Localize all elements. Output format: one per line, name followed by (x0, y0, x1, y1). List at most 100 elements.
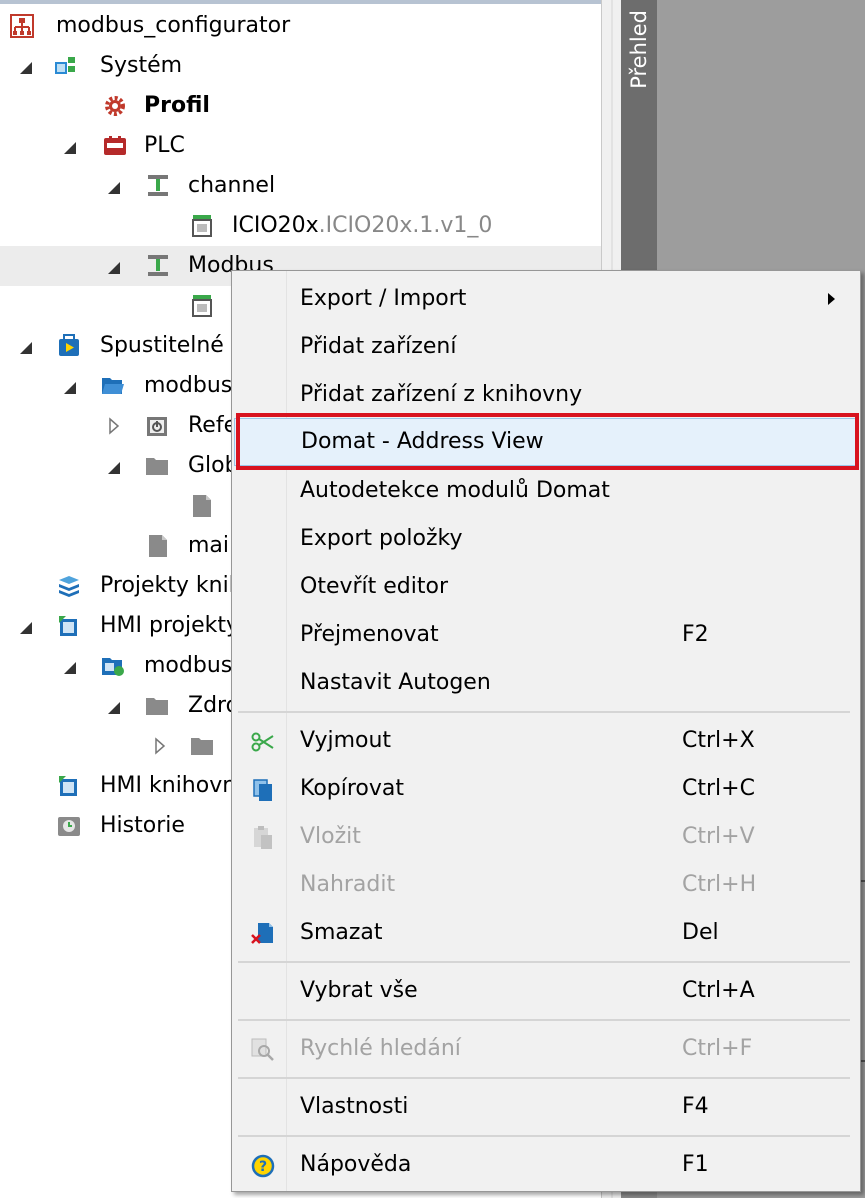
menu-item-shortcut: Ctrl+V (682, 824, 755, 849)
expanded-triangle-icon[interactable] (60, 126, 80, 166)
menu-separator (238, 1135, 850, 1137)
tree-item-label: PLC (144, 133, 185, 158)
expanded-triangle-icon[interactable] (16, 46, 36, 86)
menu-item-replace[interactable]: Nahradit Ctrl+H (234, 861, 856, 909)
hmi-folder-icon (102, 658, 124, 676)
menu-item-rename[interactable]: Přejmenovat F2 (234, 611, 856, 659)
tree-item-label: channel (188, 173, 276, 198)
menu-item-label: Vlastnosti (300, 1094, 409, 1119)
menu-item-copy[interactable]: Kopírovat Ctrl+C (234, 765, 856, 813)
expanded-triangle-icon[interactable] (60, 646, 80, 686)
tree-root[interactable]: modbus_configurator (0, 6, 601, 46)
tree-item-label: Projekty knih (100, 573, 243, 598)
hmi-icon (59, 616, 77, 636)
menu-item-shortcut: Ctrl+H (682, 872, 757, 897)
menu-separator (238, 711, 850, 713)
paste-icon (254, 826, 272, 849)
menu-item-add-device-from-library[interactable]: Přidat zařízení z knihovny (234, 371, 856, 419)
menu-item-label: Nahradit (300, 872, 396, 897)
menu-separator (238, 961, 850, 963)
tree-item-plc[interactable]: PLC (0, 126, 601, 166)
collapsed-triangle-icon[interactable] (150, 726, 170, 766)
overview-tab[interactable]: Přehled (621, 0, 657, 300)
tree-item-label: ICIO20x.ICIO20x.1.v1_0 (232, 213, 493, 238)
tree-item-label: modbus (144, 373, 233, 398)
menu-item-shortcut: Ctrl+A (682, 978, 755, 1003)
tree-item-label: HMI projekty (100, 613, 240, 638)
highlight-annotation-box (236, 413, 859, 470)
expanded-triangle-icon[interactable] (104, 246, 124, 286)
help-icon: ? (251, 1154, 275, 1178)
svg-text:?: ? (259, 1159, 267, 1175)
expanded-triangle-icon[interactable] (16, 606, 36, 646)
menu-item-shortcut: Ctrl+F (682, 1036, 753, 1061)
folder-open-icon (102, 378, 124, 394)
menu-item-autodetect-domat-modules[interactable]: Autodetekce modulů Domat (234, 467, 856, 515)
module-icon (192, 215, 212, 237)
tree-item-label: Spustitelné p (100, 333, 245, 358)
expanded-triangle-icon[interactable] (104, 686, 124, 726)
expanded-triangle-icon[interactable] (16, 326, 36, 366)
folder-icon (191, 738, 213, 755)
menu-item-label: Export / Import (300, 286, 467, 311)
menu-item-cut[interactable]: Vyjmout Ctrl+X (234, 717, 856, 765)
menu-item-shortcut: F4 (682, 1094, 709, 1119)
menu-item-label: Přidat zařízení (300, 334, 457, 359)
project-icon (10, 14, 34, 38)
tree-item-system[interactable]: Systém (0, 46, 601, 86)
menu-item-label: Vybrat vše (300, 978, 418, 1003)
menu-item-set-autogen[interactable]: Nastavit Autogen (234, 659, 856, 707)
menu-item-select-all[interactable]: Vybrat vše Ctrl+A (234, 967, 856, 1015)
context-menu: Export / Import Přidat zařízení Přidat z… (231, 270, 861, 1192)
gear-icon (105, 96, 125, 116)
tree-item-label: modbus (144, 653, 233, 678)
submenu-arrow-icon (828, 293, 835, 305)
menu-item-label: Export položky (300, 526, 463, 551)
menu-item-label: Přidat zařízení z knihovny (300, 382, 583, 407)
menu-item-export-import[interactable]: Export / Import (234, 275, 856, 323)
menu-item-label: Smazat (300, 920, 383, 945)
scissors-icon (251, 732, 274, 752)
menu-item-open-editor[interactable]: Otevřít editor (234, 563, 856, 611)
library-icon (59, 576, 79, 597)
tree-item-label: Refe (188, 413, 238, 438)
menu-item-label: Nastavit Autogen (300, 670, 491, 695)
menu-item-shortcut: Ctrl+C (682, 776, 755, 801)
tree-item-icio20x[interactable]: ICIO20x.ICIO20x.1.v1_0 (0, 206, 601, 246)
menu-item-label: Autodetekce modulů Domat (300, 478, 610, 503)
tree-item-channel[interactable]: channel (0, 166, 601, 206)
menu-item-label: Vyjmout (300, 728, 392, 753)
menu-item-label: Vložit (300, 824, 361, 849)
menu-separator (238, 1077, 850, 1079)
menu-item-shortcut: F1 (682, 1152, 709, 1177)
menu-item-properties[interactable]: Vlastnosti F4 (234, 1083, 856, 1131)
menu-item-label: Rychlé hledání (300, 1036, 461, 1061)
menu-item-shortcut: Del (682, 920, 719, 945)
module-icon (192, 295, 212, 317)
expanded-triangle-icon[interactable] (104, 446, 124, 486)
expanded-triangle-icon[interactable] (104, 166, 124, 206)
hmi-icon (59, 776, 77, 796)
menu-item-shortcut: Ctrl+X (682, 728, 755, 753)
menu-separator (238, 1019, 850, 1021)
menu-item-help[interactable]: ? Nápověda F1 (234, 1141, 856, 1189)
history-icon (58, 817, 80, 836)
menu-item-paste[interactable]: Vložit Ctrl+V (234, 813, 856, 861)
executable-icon (59, 334, 79, 356)
menu-item-add-device[interactable]: Přidat zařízení (234, 323, 856, 371)
tree-item-profil[interactable]: Profil (0, 86, 601, 126)
tree-item-label: Historie (100, 813, 185, 838)
overview-tab-label: Přehled (627, 10, 651, 89)
menu-item-quick-search[interactable]: Rychlé hledání Ctrl+F (234, 1025, 856, 1073)
tree-item-suffix: .ICIO20x.1.v1_0 (318, 213, 493, 238)
menu-item-export-item[interactable]: Export položky (234, 515, 856, 563)
menu-item-delete[interactable]: Smazat Del (234, 909, 856, 957)
tree-item-label: Systém (100, 53, 183, 78)
collapsed-triangle-icon[interactable] (104, 406, 124, 446)
menu-item-label: Přejmenovat (300, 622, 439, 647)
references-icon (147, 417, 167, 436)
delete-icon (251, 923, 273, 944)
expanded-triangle-icon[interactable] (60, 366, 80, 406)
copy-icon (253, 779, 272, 801)
quick-search-icon (251, 1038, 274, 1061)
